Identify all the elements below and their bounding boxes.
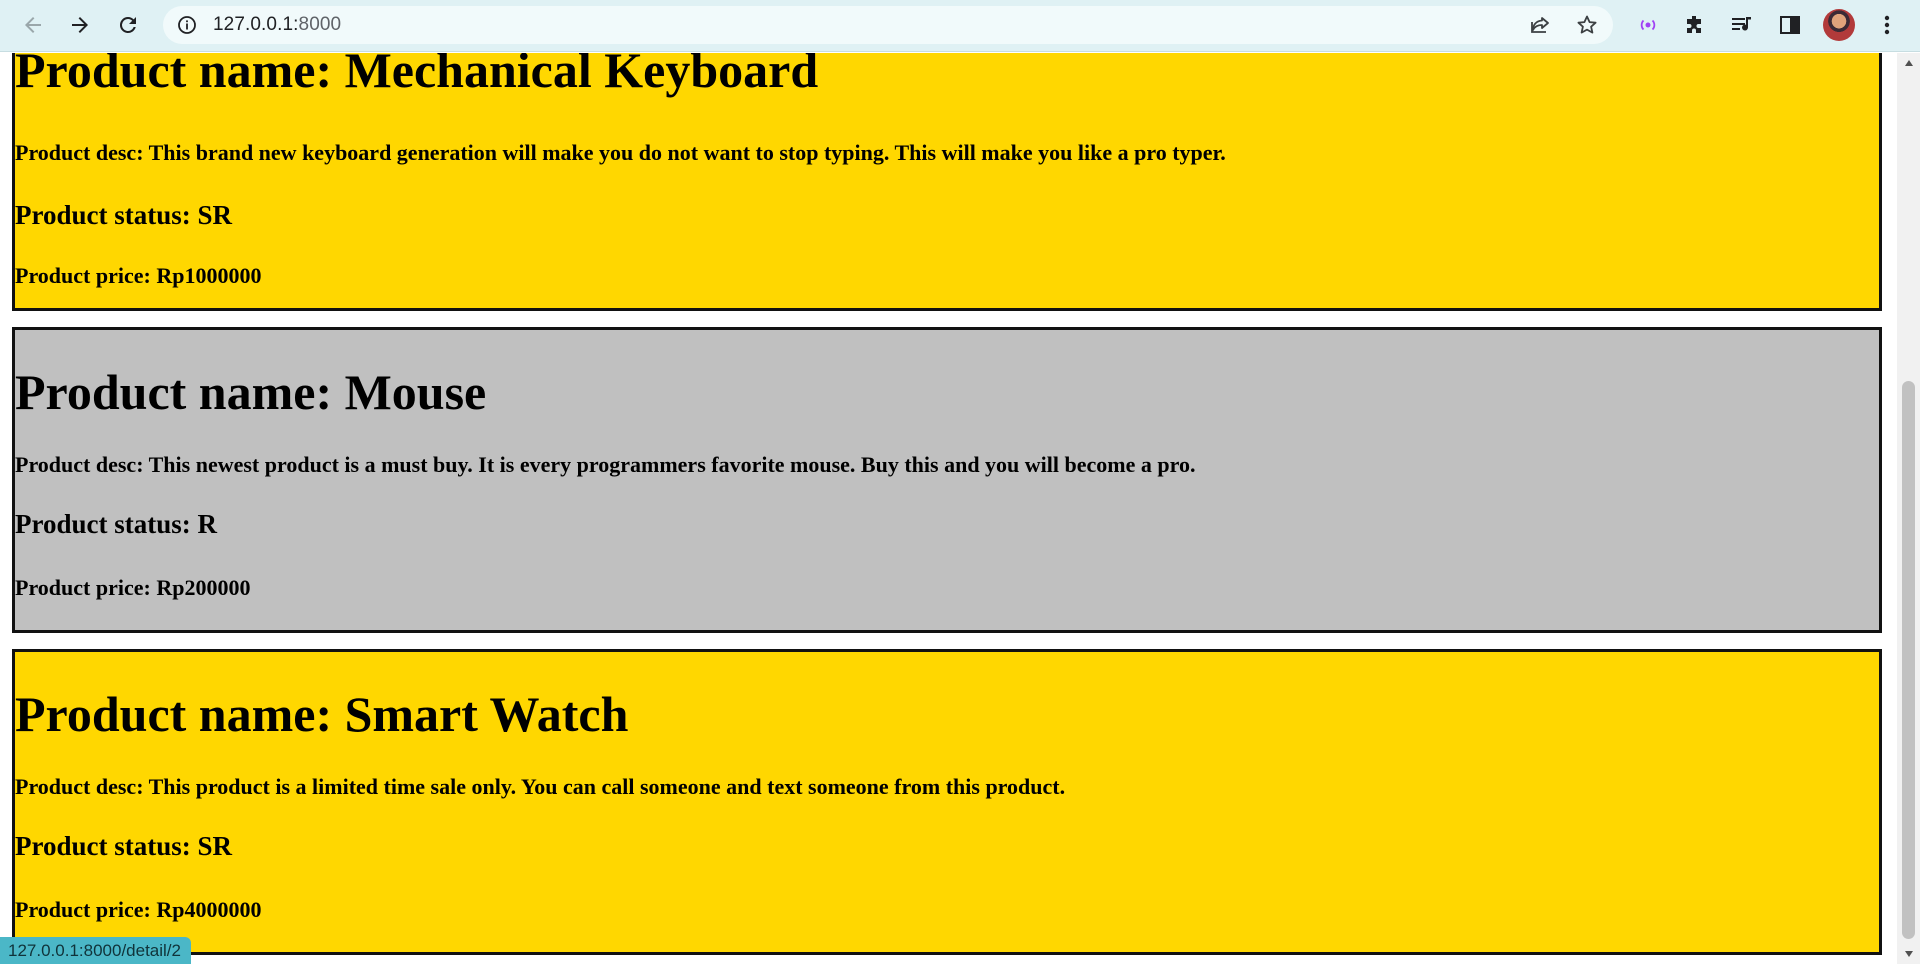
link-status-bubble: 127.0.0.1:8000/detail/2 [0, 937, 191, 964]
share-icon[interactable] [1528, 13, 1552, 37]
more-menu-icon[interactable] [1874, 12, 1900, 38]
product-price: Product price: Rp4000000 [15, 897, 262, 922]
product-card[interactable]: Product name: Mouse Product desc: This n… [12, 327, 1882, 633]
product-status: Product status: R [15, 509, 217, 539]
back-button[interactable] [15, 7, 51, 43]
product-desc: Product desc: This brand new keyboard ge… [15, 140, 1226, 165]
info-icon[interactable] [177, 15, 197, 35]
product-name: Product name: Mouse [15, 364, 487, 420]
url-host: 127.0.0.1: [213, 14, 299, 35]
side-panel-icon[interactable] [1777, 12, 1803, 38]
product-card[interactable]: Product name: Smart Watch Product desc: … [12, 649, 1882, 955]
url-text[interactable]: 127.0.0.1:8000 [213, 6, 341, 44]
scroll-up-arrow-icon [1904, 60, 1913, 66]
scrollbar-thumb[interactable] [1902, 381, 1915, 939]
forward-button[interactable] [62, 7, 98, 43]
product-desc: Product desc: This newest product is a m… [15, 452, 1196, 477]
reload-button[interactable] [110, 7, 146, 43]
product-card[interactable]: Product name: Mechanical Keyboard Produc… [12, 53, 1882, 311]
product-name: Product name: Mechanical Keyboard [15, 53, 819, 98]
browser-toolbar: 127.0.0.1:8000 [0, 0, 1920, 52]
product-status: Product status: SR [15, 831, 233, 861]
product-desc: Product desc: This product is a limited … [15, 774, 1066, 799]
product-price: Product price: Rp200000 [15, 575, 251, 600]
address-bar[interactable]: 127.0.0.1:8000 [163, 6, 1613, 44]
scroll-down-arrow-icon [1904, 951, 1913, 957]
reload-icon [119, 16, 136, 33]
scroll-up-button[interactable] [1897, 53, 1920, 73]
url-port: 8000 [298, 14, 342, 35]
product-status: Product status: SR [15, 200, 233, 230]
page-viewport: Product name: Mechanical Keyboard Produc… [0, 53, 1897, 964]
profile-avatar[interactable] [1823, 9, 1855, 41]
extensions-puzzle-icon[interactable] [1682, 12, 1708, 38]
scroll-down-button[interactable] [1897, 944, 1920, 964]
product-price: Product price: Rp1000000 [15, 263, 262, 288]
media-queue-icon[interactable] [1729, 12, 1755, 38]
broadcast-extension-icon[interactable] [1635, 12, 1661, 38]
bookmark-star-icon[interactable] [1575, 13, 1599, 37]
arrow-right-icon [72, 17, 88, 33]
vertical-scrollbar[interactable] [1897, 53, 1920, 964]
product-name: Product name: Smart Watch [15, 686, 629, 742]
arrow-left-icon [25, 17, 41, 33]
